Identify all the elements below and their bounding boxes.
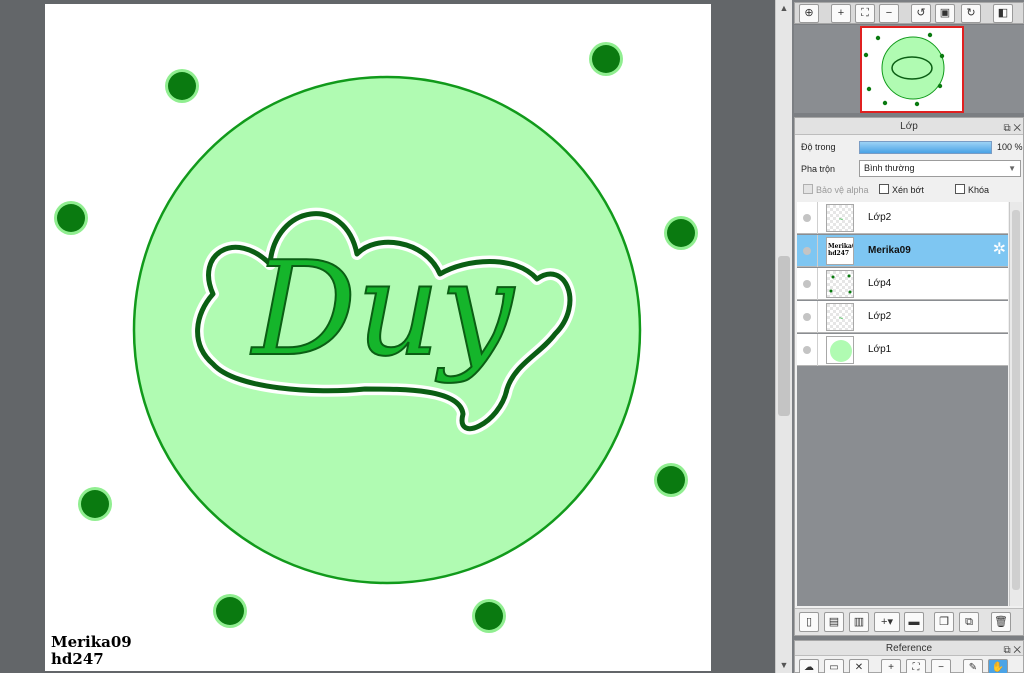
navigator-toolbar: ⊕ + ⛶ − ↺ ▣ ↻ ◧ xyxy=(794,2,1024,24)
layer-name: Lớp2 xyxy=(868,212,892,223)
signature-line-1: Merika09 xyxy=(51,633,132,651)
rotate-left-icon[interactable]: ↺ xyxy=(911,4,931,23)
layer-row[interactable]: ~ Lớp2 xyxy=(797,301,1008,333)
layer-list-scrollbar[interactable] xyxy=(1009,202,1022,606)
clipping-checkbox[interactable]: Xén bớt xyxy=(879,184,924,195)
artwork: Duy xyxy=(54,42,698,633)
new-special-icon[interactable]: +▾ xyxy=(874,612,900,632)
layer-toolbar: ▯ ▤ ▥ +▾ ▬ ❐ ⧉ 🗑 xyxy=(795,608,1023,635)
svg-text:~: ~ xyxy=(839,215,844,224)
open-file-icon[interactable]: ☁ xyxy=(799,659,819,673)
canvas-vertical-scrollbar[interactable]: ▲ ▼ xyxy=(775,0,792,673)
drawing-canvas[interactable]: Duy Merika09 hd247 xyxy=(45,4,711,671)
canvas-area[interactable]: Duy Merika09 hd247 xyxy=(0,0,775,673)
zoom-in-icon[interactable]: + xyxy=(831,4,851,23)
zoom-out-icon[interactable]: − xyxy=(879,4,899,23)
chevron-down-icon: ▼ xyxy=(1008,164,1016,173)
folder-icon[interactable]: ▬ xyxy=(904,612,924,632)
blend-mode-select[interactable]: Bình thường ▼ xyxy=(859,160,1021,177)
layer-thumbnail: ~ xyxy=(826,303,854,331)
fit-screen-icon[interactable]: ⛶ xyxy=(855,4,875,23)
artwork-lettering: Duy xyxy=(250,233,515,385)
panel-close-icon[interactable]: ⧉ ✕ xyxy=(1003,120,1021,137)
merge-icon[interactable]: ⧉ xyxy=(959,612,979,632)
zoom-fit-icon[interactable]: ⊕ xyxy=(799,4,819,23)
protect-alpha-checkbox[interactable]: Bảo vệ alpha xyxy=(803,184,869,195)
opacity-slider[interactable] xyxy=(859,141,992,154)
signature-line-2: hd247 xyxy=(51,650,104,668)
layer-name: Lớp4 xyxy=(868,278,892,289)
scroll-down-icon[interactable]: ▼ xyxy=(776,657,792,673)
layer-row[interactable]: Lớp4 xyxy=(797,268,1008,300)
reference-panel-title: Reference ⧉ ✕ xyxy=(795,641,1023,656)
layer-thumbnail: ~ xyxy=(826,204,854,232)
rotate-right-icon[interactable]: ↻ xyxy=(961,4,981,23)
flip-icon[interactable]: ◧ xyxy=(993,4,1013,23)
blend-mode-label: Pha trộn xyxy=(801,164,836,174)
navigator-preview[interactable] xyxy=(860,26,964,113)
visibility-icon[interactable] xyxy=(803,214,811,222)
layer-thumbnail xyxy=(826,336,854,364)
layer-thumbnail: Merika09 hd247 xyxy=(826,237,854,265)
layer-row-selected[interactable]: Merika09 hd247 Merika09 ✲ xyxy=(797,235,1008,267)
reference-panel: Reference ⧉ ✕ ☁ ▭ ✕ + ⛶ − ✎ ✋ xyxy=(794,640,1024,673)
layer-name: Merika09 xyxy=(868,245,911,256)
svg-text:~: ~ xyxy=(839,314,844,323)
eyedropper-icon[interactable]: ✎ xyxy=(963,659,983,673)
layer-panel-title: Lớp ⧉ ✕ xyxy=(795,118,1023,135)
gear-icon[interactable]: ✲ xyxy=(993,242,1006,258)
panel-close-icon[interactable]: ⧉ ✕ xyxy=(1003,643,1021,658)
layer-row[interactable]: Lớp1 xyxy=(797,334,1008,366)
navigator-thumbnail xyxy=(863,32,945,107)
scroll-up-icon[interactable]: ▲ xyxy=(776,0,792,16)
layer-panel: Lớp ⧉ ✕ Độ trong 100 % Pha trộn Bình thư… xyxy=(794,117,1024,636)
new-layer-icon[interactable]: ▯ xyxy=(799,612,819,632)
scroll-thumb[interactable] xyxy=(778,256,790,416)
visibility-icon[interactable] xyxy=(803,280,811,288)
reference-image-icon[interactable]: ▭ xyxy=(824,659,844,673)
lock-checkbox[interactable]: Khóa xyxy=(955,184,989,195)
hand-icon[interactable]: ✋ xyxy=(988,659,1008,673)
layer-name: Lớp2 xyxy=(868,311,892,322)
actual-size-icon[interactable]: ▣ xyxy=(935,4,955,23)
close-icon[interactable]: ✕ xyxy=(849,659,869,673)
layer-row[interactable]: ~ Lớp2 xyxy=(797,202,1008,234)
opacity-value: 100 % xyxy=(997,142,1023,152)
zoom-in-icon[interactable]: + xyxy=(881,659,901,673)
layer-name: Lớp1 xyxy=(868,344,892,355)
visibility-icon[interactable] xyxy=(803,346,811,354)
visibility-icon[interactable] xyxy=(803,247,811,255)
new-1bit-icon[interactable]: ▥ xyxy=(849,612,869,632)
right-panel: ⊕ + ⛶ − ↺ ▣ ↻ ◧ Lớp ⧉ ✕ Độ trong 100 % P… xyxy=(792,0,1024,673)
fit-screen-icon[interactable]: ⛶ xyxy=(906,659,926,673)
layer-thumbnail xyxy=(826,270,854,298)
duplicate-icon[interactable]: ❐ xyxy=(934,612,954,632)
delete-icon[interactable]: 🗑 xyxy=(991,612,1011,632)
visibility-icon[interactable] xyxy=(803,313,811,321)
opacity-label: Độ trong xyxy=(801,142,836,152)
navigator-panel[interactable] xyxy=(794,25,1024,113)
zoom-out-icon[interactable]: − xyxy=(931,659,951,673)
new-raster-icon[interactable]: ▤ xyxy=(824,612,844,632)
layer-list[interactable]: ~ Lớp2 Merika09 hd247 Merika09 ✲ Lớp4 xyxy=(797,202,1008,606)
